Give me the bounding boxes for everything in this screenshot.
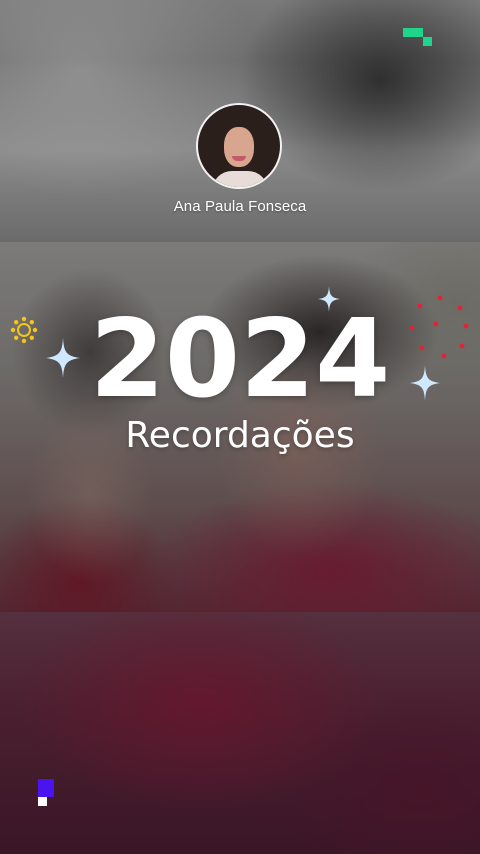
avatar[interactable] <box>196 103 282 189</box>
story-subtitle: Recordações <box>125 415 355 456</box>
story-screen[interactable]: Ana Paula Fonseca 2024 Recordações <box>0 0 480 854</box>
story-year-title: 2024 <box>89 297 391 422</box>
profile-name: Ana Paula Fonseca <box>173 198 307 215</box>
blurred-backdrop <box>0 612 480 854</box>
